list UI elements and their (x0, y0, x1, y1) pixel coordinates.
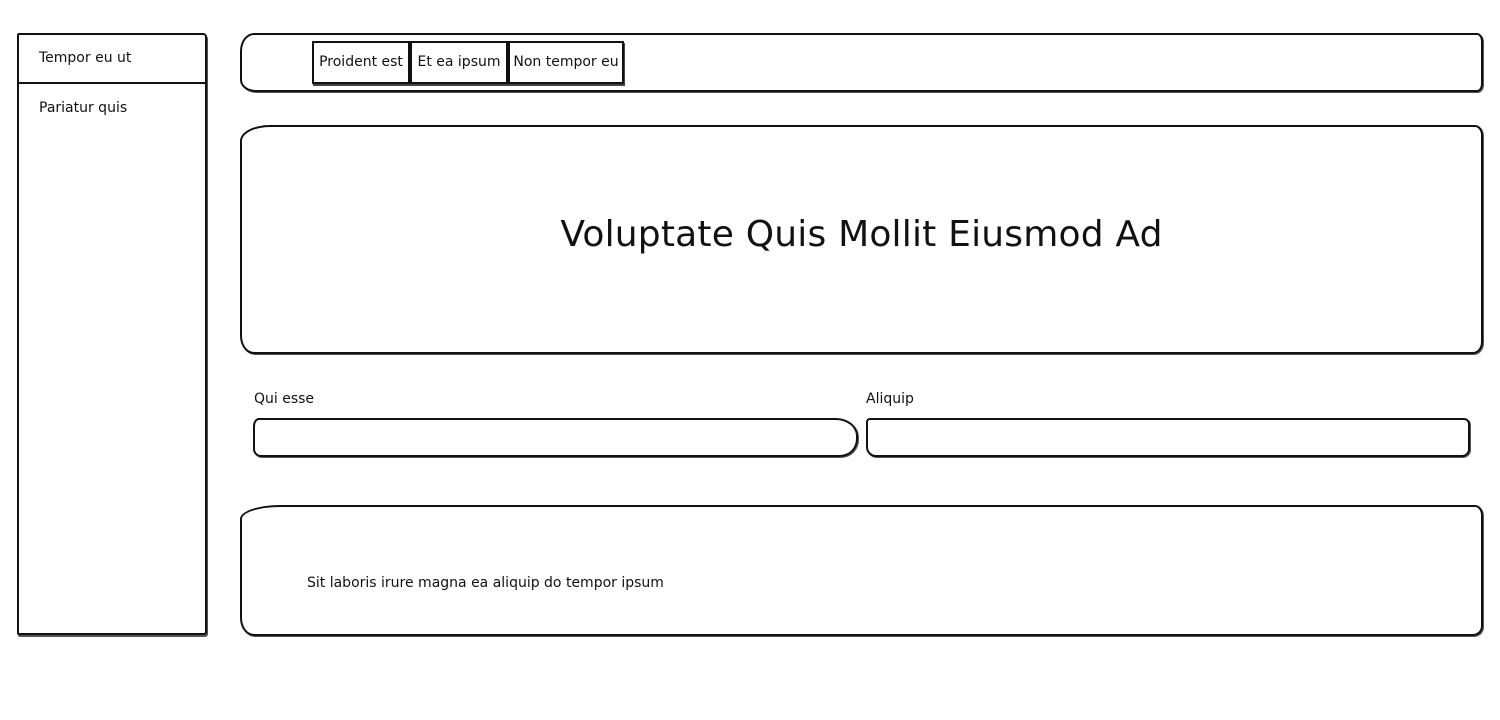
footer-text: Sit laboris irure magna ea aliquip do te… (307, 575, 664, 591)
qui-esse-label: Qui esse (254, 391, 315, 407)
sidebar: Tempor eu ut Pariatur quis (17, 33, 207, 635)
tab-bar: Proident est Et ea ipsum Non tempor eu (240, 33, 1483, 92)
qui-esse-input[interactable] (253, 418, 858, 457)
tab-non-tempor-eu[interactable]: Non tempor eu (508, 41, 624, 84)
aliquip-input[interactable] (866, 418, 1470, 457)
page-title: Voluptate Quis Mollit Eiusmod Ad (560, 214, 1163, 255)
sidebar-divider (19, 82, 205, 84)
tab-et-ea-ipsum[interactable]: Et ea ipsum (410, 41, 508, 84)
sidebar-item-tempor-eu-ut[interactable]: Tempor eu ut (19, 49, 205, 67)
footer-panel: Sit laboris irure magna ea aliquip do te… (240, 505, 1483, 636)
aliquip-label: Aliquip (866, 391, 914, 407)
hero-panel: Voluptate Quis Mollit Eiusmod Ad (240, 125, 1483, 354)
sidebar-item-pariatur-quis[interactable]: Pariatur quis (19, 99, 205, 117)
tab-proident-est[interactable]: Proident est (312, 41, 410, 84)
